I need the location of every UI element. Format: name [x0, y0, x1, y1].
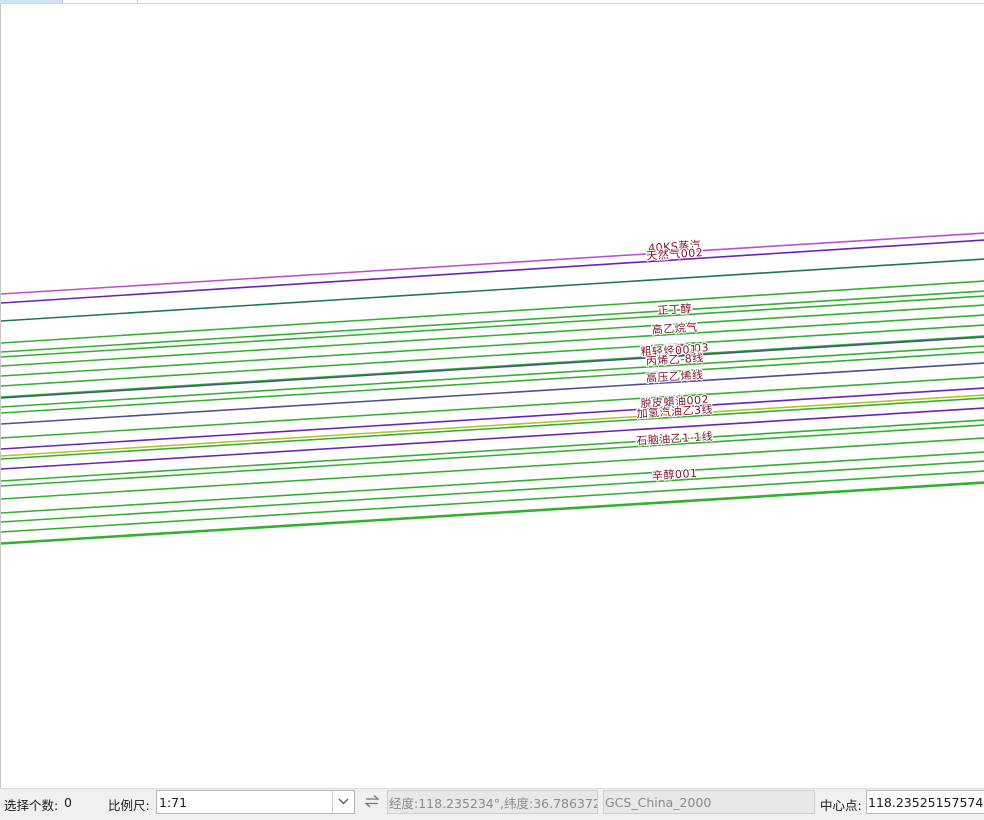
- center-point-label: 中心点:: [820, 798, 862, 813]
- tab-inactive[interactable]: [63, 0, 138, 3]
- scale-label: 比例尺:: [108, 798, 150, 813]
- coordinates-readout: [388, 791, 597, 813]
- selection-count-label: 选择个数:: [4, 798, 59, 813]
- pipeline-line[interactable]: [1, 295, 984, 358]
- center-point-input[interactable]: [867, 791, 984, 813]
- crs-readout: [604, 791, 814, 813]
- selection-count-value: 0: [64, 795, 72, 810]
- coordinates-field: [387, 790, 598, 814]
- pipeline-line[interactable]: [1, 239, 984, 304]
- scale-dropdown-button[interactable]: [332, 791, 354, 813]
- pipeline-line[interactable]: [1, 232, 984, 295]
- pipeline-line[interactable]: [1, 304, 984, 367]
- crs-field: [603, 790, 815, 814]
- swap-arrows-icon[interactable]: [364, 794, 380, 808]
- pipeline-labels-layer: 40KS蒸汽天然气002正丁醇高乙烷气粗二甲苯003轻烃001丙烯乙-8线高压乙…: [635, 236, 715, 483]
- pipeline-label: 石脑油乙1-1线: [636, 429, 714, 448]
- pipeline-line[interactable]: [1, 451, 984, 514]
- pipeline-line[interactable]: [1, 407, 984, 470]
- pipeline-lines-layer: [1, 232, 984, 545]
- scale-input[interactable]: [157, 791, 334, 813]
- scale-combobox[interactable]: [156, 790, 355, 814]
- center-point-field[interactable]: [866, 790, 984, 814]
- pipeline-line[interactable]: [1, 290, 984, 353]
- pipeline-label: 正丁醇: [657, 301, 692, 317]
- pipeline-label: 高压乙烯线: [646, 367, 704, 385]
- pipeline-label: 辛醇001: [652, 466, 698, 483]
- status-bar: 选择个数: 0 比例尺: 中心点:: [0, 788, 984, 820]
- pipeline-line[interactable]: [1, 424, 984, 487]
- pipeline-map-svg[interactable]: 40KS蒸汽天然气002正丁醇高乙烷气粗二甲苯003轻烃001丙烯乙-8线高压乙…: [1, 4, 984, 788]
- pipeline-label: 高乙烷气: [651, 320, 698, 337]
- tab-active[interactable]: [0, 0, 63, 3]
- pipeline-line[interactable]: [1, 470, 984, 533]
- map-canvas[interactable]: 40KS蒸汽 天然气002 正丁醇 高乙烷气 粗二甲苯003 轻烃001 丙烯乙-8线 高压乙…: [0, 4, 984, 788]
- map-application: 40KS蒸汽 天然气002 正丁醇 高乙烷气 粗二甲苯003 轻烃001 丙烯乙-8线 高压乙…: [0, 0, 984, 820]
- chevron-down-icon: [338, 798, 349, 805]
- pipeline-line[interactable]: [1, 362, 984, 425]
